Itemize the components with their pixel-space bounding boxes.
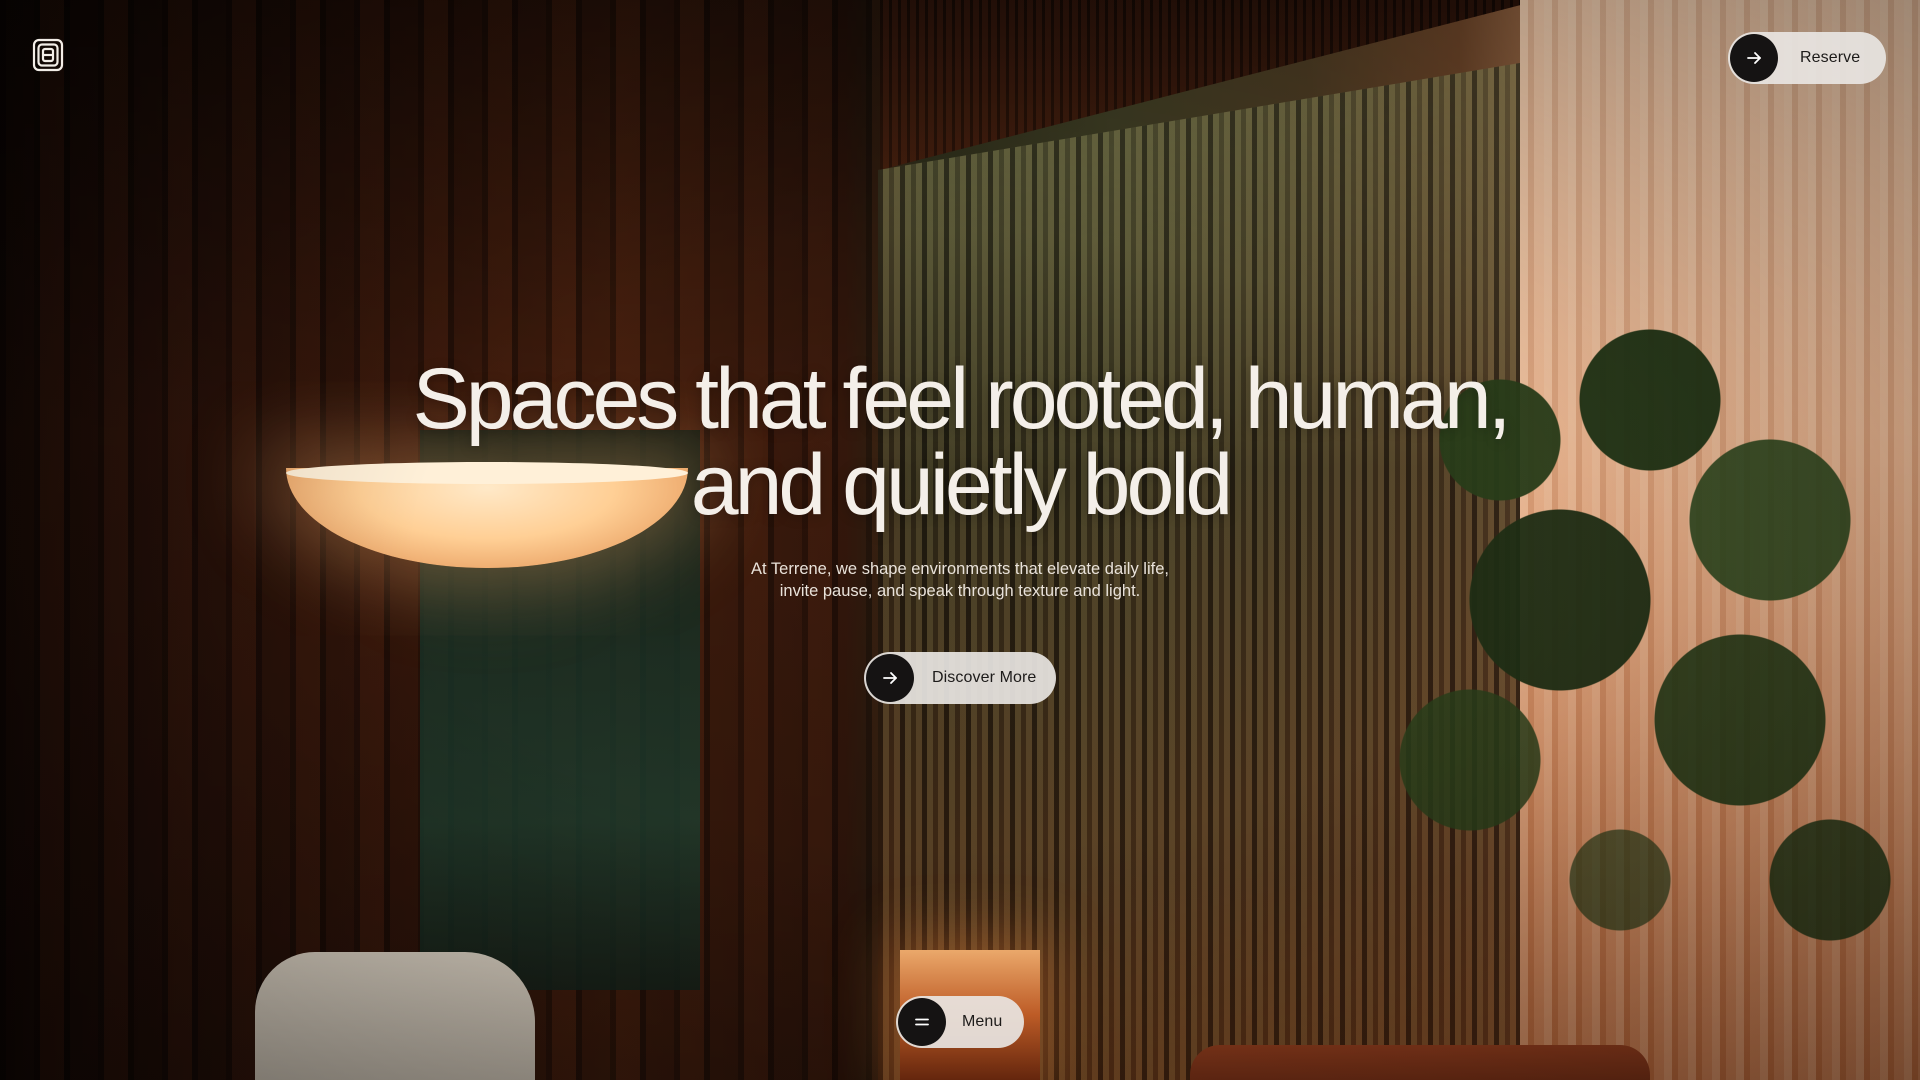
reserve-button[interactable]: Reserve [1728, 32, 1886, 84]
headline-line-2: and quietly bold [690, 437, 1233, 533]
hamburger-icon [898, 998, 946, 1046]
vignette-overlay [0, 0, 1920, 1080]
menu-button[interactable]: Menu [896, 996, 1024, 1048]
subtitle-line-1: At Terrene, we shape environments that e… [751, 560, 1169, 578]
arrow-right-icon [866, 654, 914, 702]
hero-subtitle: At Terrene, we shape environments that e… [660, 558, 1260, 602]
menu-label: Menu [962, 1013, 1003, 1030]
hero-headline: Spaces that feel rooted, human, and quie… [360, 356, 1560, 528]
square-spiral-logo-icon[interactable] [32, 38, 64, 74]
discover-more-button[interactable]: Discover More [864, 652, 1056, 704]
subtitle-line-2: invite pause, and speak through texture … [779, 582, 1141, 600]
hero-section: Reserve Spaces that feel rooted, human, … [0, 0, 1920, 1080]
headline-line-1: Spaces that feel rooted, human, [412, 351, 1511, 447]
discover-more-label: Discover More [932, 669, 1037, 686]
arrow-right-icon [1730, 34, 1778, 82]
reserve-label: Reserve [1800, 49, 1861, 66]
